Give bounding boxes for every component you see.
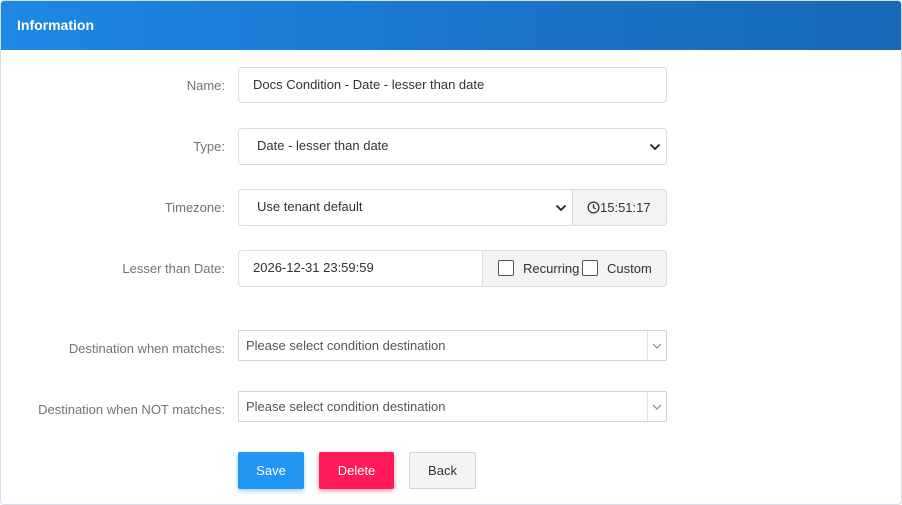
name-label: Name: (186, 78, 225, 93)
date-options-addon: Recurring Custom (482, 250, 667, 287)
save-button[interactable]: Save (238, 452, 304, 489)
timezone-select[interactable]: Use tenant default (238, 189, 573, 226)
dest-match-select[interactable]: Please select condition destination (238, 330, 667, 361)
panel-title: Information (17, 17, 94, 33)
chevron-down-icon (648, 129, 662, 164)
current-time: 15:51:17 (600, 200, 651, 215)
timezone-label: Timezone: (164, 200, 225, 215)
custom-checkbox[interactable] (582, 260, 598, 276)
information-panel: Information Name: Docs Condition - Date … (0, 0, 902, 505)
timezone-select-value: Use tenant default (257, 199, 363, 214)
lesser-than-date-input[interactable]: 2026-12-31 23:59:59 (238, 250, 483, 287)
clock-icon (587, 192, 600, 227)
chevron-down-icon (647, 392, 666, 421)
type-select-value: Date - lesser than date (257, 138, 389, 153)
dest-not-match-select[interactable]: Please select condition destination (238, 391, 667, 422)
chevron-down-icon (647, 331, 666, 360)
type-select[interactable]: Date - lesser than date (238, 128, 667, 165)
dest-not-match-label: Destination when NOT matches: (38, 402, 225, 417)
custom-label: Custom (607, 261, 652, 276)
recurring-checkbox[interactable] (498, 260, 514, 276)
dest-match-label: Destination when matches: (68, 341, 225, 356)
delete-button[interactable]: Delete (319, 452, 394, 489)
type-label: Type: (193, 139, 225, 154)
recurring-label: Recurring (523, 261, 580, 276)
dest-match-placeholder: Please select condition destination (246, 338, 446, 353)
name-input[interactable]: Docs Condition - Date - lesser than date (238, 67, 667, 103)
timezone-time-addon: 15:51:17 (572, 189, 667, 226)
dest-not-match-placeholder: Please select condition destination (246, 399, 446, 414)
chevron-down-icon (554, 190, 568, 225)
lesser-than-date-label: Lesser than Date: (122, 261, 225, 276)
panel-header: Information (1, 1, 901, 50)
back-button[interactable]: Back (409, 452, 476, 489)
